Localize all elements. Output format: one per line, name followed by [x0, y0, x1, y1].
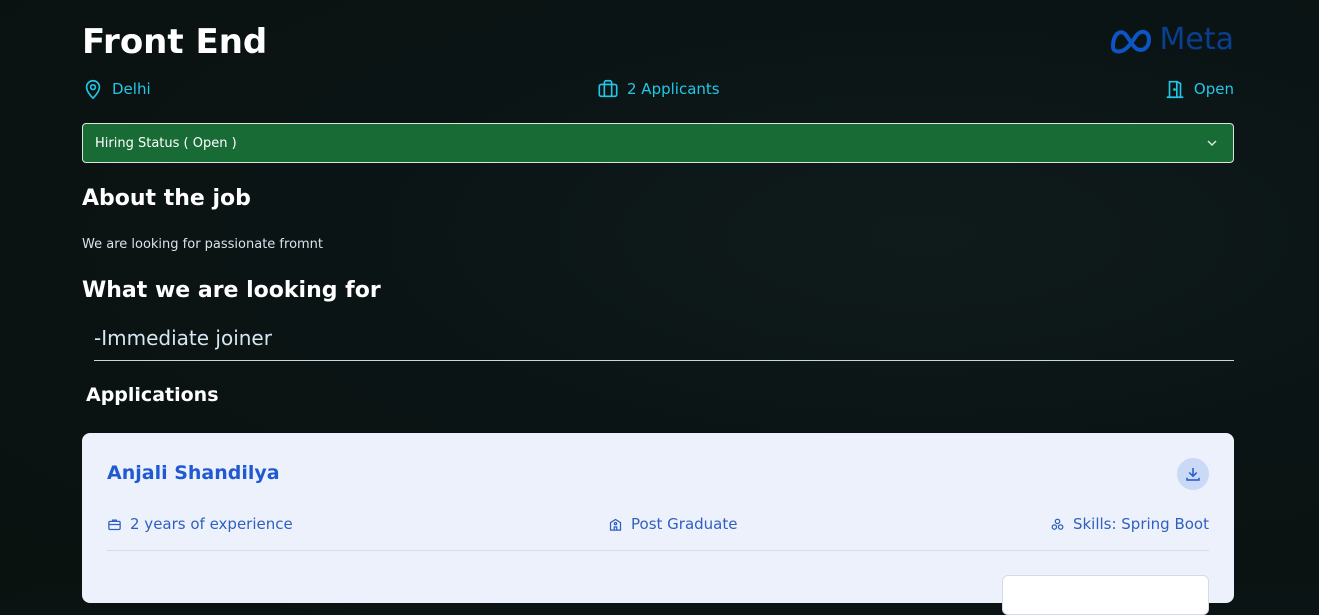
door-open-icon: [1166, 80, 1184, 99]
briefcase-icon: [598, 79, 618, 98]
job-applicants: 2 Applicants: [597, 78, 720, 100]
card-divider: [107, 550, 1209, 551]
candidate-experience: 2 years of experience: [107, 515, 293, 533]
map-pin-icon: [85, 79, 101, 100]
company-logo: Meta: [1108, 22, 1235, 57]
candidate-info-row: 2 years of experience Post Graduate Skil…: [107, 515, 1209, 539]
job-title: Front End: [82, 22, 268, 62]
applications-heading: Applications: [86, 384, 219, 406]
hiring-status-select[interactable]: Hiring Status ( Open ): [82, 123, 1234, 163]
job-detail-page: Front End Meta Delhi 2 Applicants Open H…: [82, 0, 1235, 615]
job-meta-row: Delhi 2 Applicants Open: [82, 78, 1234, 104]
application-status-select[interactable]: [1002, 575, 1209, 615]
job-status: Open: [1164, 78, 1234, 100]
experience-label: 2 years of experience: [130, 515, 293, 533]
school-icon: [609, 518, 622, 531]
application-card: Anjali Shandilya 2 years of experience P…: [82, 433, 1234, 615]
briefcase-icon: [108, 519, 121, 530]
job-location: Delhi: [82, 78, 151, 100]
candidate-name[interactable]: Anjali Shandilya: [107, 462, 280, 484]
candidate-education: Post Graduate: [608, 515, 737, 533]
skills-label: Skills: Spring Boot: [1072, 515, 1209, 533]
company-name: Meta: [1159, 22, 1235, 57]
location-label: Delhi: [112, 80, 151, 98]
hiring-status-value: Hiring Status ( Open ): [95, 135, 237, 151]
status-label: Open: [1193, 80, 1234, 98]
meta-logo-icon: [1110, 29, 1151, 53]
requirements-heading: What we are looking for: [82, 278, 381, 303]
about-text: We are looking for passionate fromnt: [82, 237, 324, 252]
download-resume-button[interactable]: [1177, 458, 1209, 490]
about-heading: About the job: [82, 186, 251, 211]
applicants-label: 2 Applicants: [627, 80, 720, 98]
chevron-down-icon: [1207, 140, 1217, 147]
requirements-field[interactable]: -Immediate joiner: [94, 326, 1234, 361]
education-label: Post Graduate: [631, 515, 738, 533]
skills-icon: [1051, 518, 1064, 530]
download-icon: [1186, 468, 1200, 481]
candidate-skills: Skills: Spring Boot: [1050, 515, 1209, 533]
